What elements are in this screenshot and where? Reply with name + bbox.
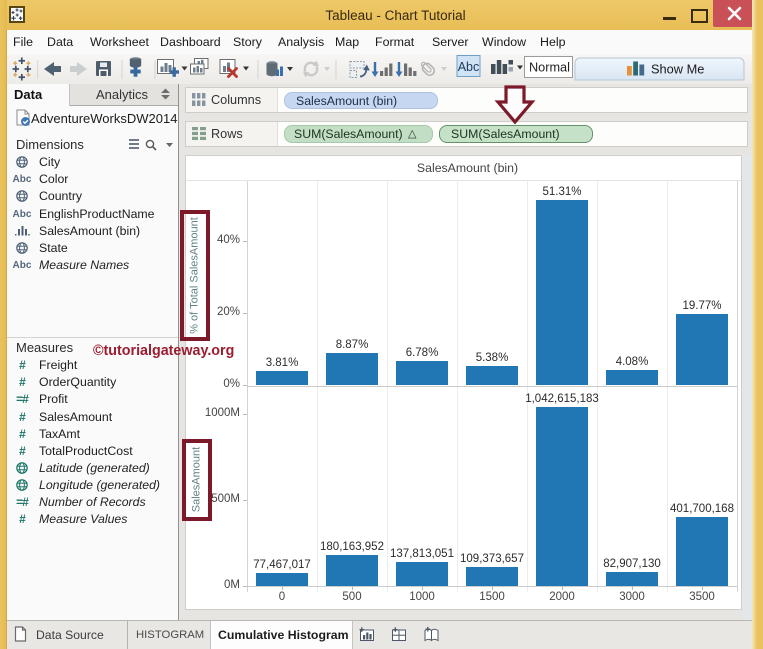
svg-text:Abc: Abc <box>458 60 480 74</box>
svg-text:Normal: Normal <box>529 61 570 75</box>
svg-text:Show Me: Show Me <box>651 62 704 77</box>
